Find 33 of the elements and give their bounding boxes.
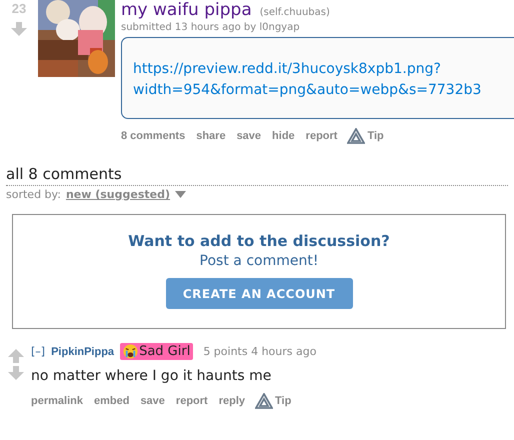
flair-text: Sad Girl (139, 344, 190, 359)
create-account-button[interactable]: CREATE AN ACCOUNT (166, 278, 352, 309)
post-action-link[interactable]: save (236, 130, 262, 142)
comment-action-link[interactable]: reply (218, 395, 245, 407)
comments-title: all 8 comments (6, 165, 508, 186)
comment-action-link[interactable]: save (140, 395, 165, 407)
sort-dropdown[interactable]: new (suggested) (66, 188, 170, 201)
comment-action-link[interactable]: embed (94, 395, 130, 407)
post-domain[interactable]: (self.chuubas) (260, 7, 330, 18)
caret-icon[interactable] (175, 191, 186, 198)
url-link[interactable]: https://preview.redd.it/3hucoysk8xpb1.png? (133, 59, 441, 80)
post-action-link[interactable]: report (306, 130, 338, 142)
post-tagline: submitted 13 hours ago by l0ngyap (121, 22, 301, 33)
crying-face-icon (123, 344, 138, 359)
signup-heading: Want to add to the discussion? (128, 232, 390, 250)
triangle-icon[interactable] (347, 128, 366, 144)
signup-subheading: Post a comment! (200, 253, 318, 269)
post-action-link[interactable]: share (196, 130, 226, 142)
comment-action-link[interactable]: permalink (31, 395, 83, 407)
tip-link[interactable]: Tip (275, 395, 292, 407)
post-action-link[interactable]: hide (272, 130, 295, 142)
score: 23 (12, 2, 26, 16)
comment-author[interactable]: PipkinPippa (51, 346, 114, 358)
sort-label: sorted by: (6, 188, 61, 201)
tip-link[interactable]: Tip (367, 130, 384, 142)
comment-meta: 5 points 4 hours ago (203, 345, 316, 358)
url-link[interactable]: width=954&format=png&auto=webp&s=7732b3 (133, 80, 482, 101)
collapse-toggle[interactable]: [–] (31, 345, 46, 358)
comment-body: no matter where I go it haunts me (31, 368, 272, 384)
triangle-icon[interactable] (255, 393, 273, 409)
post-action-link[interactable]: 8 comments (121, 130, 186, 142)
post-title[interactable]: my waifu pippa (121, 0, 252, 20)
comment-action-link[interactable]: report (176, 395, 208, 407)
